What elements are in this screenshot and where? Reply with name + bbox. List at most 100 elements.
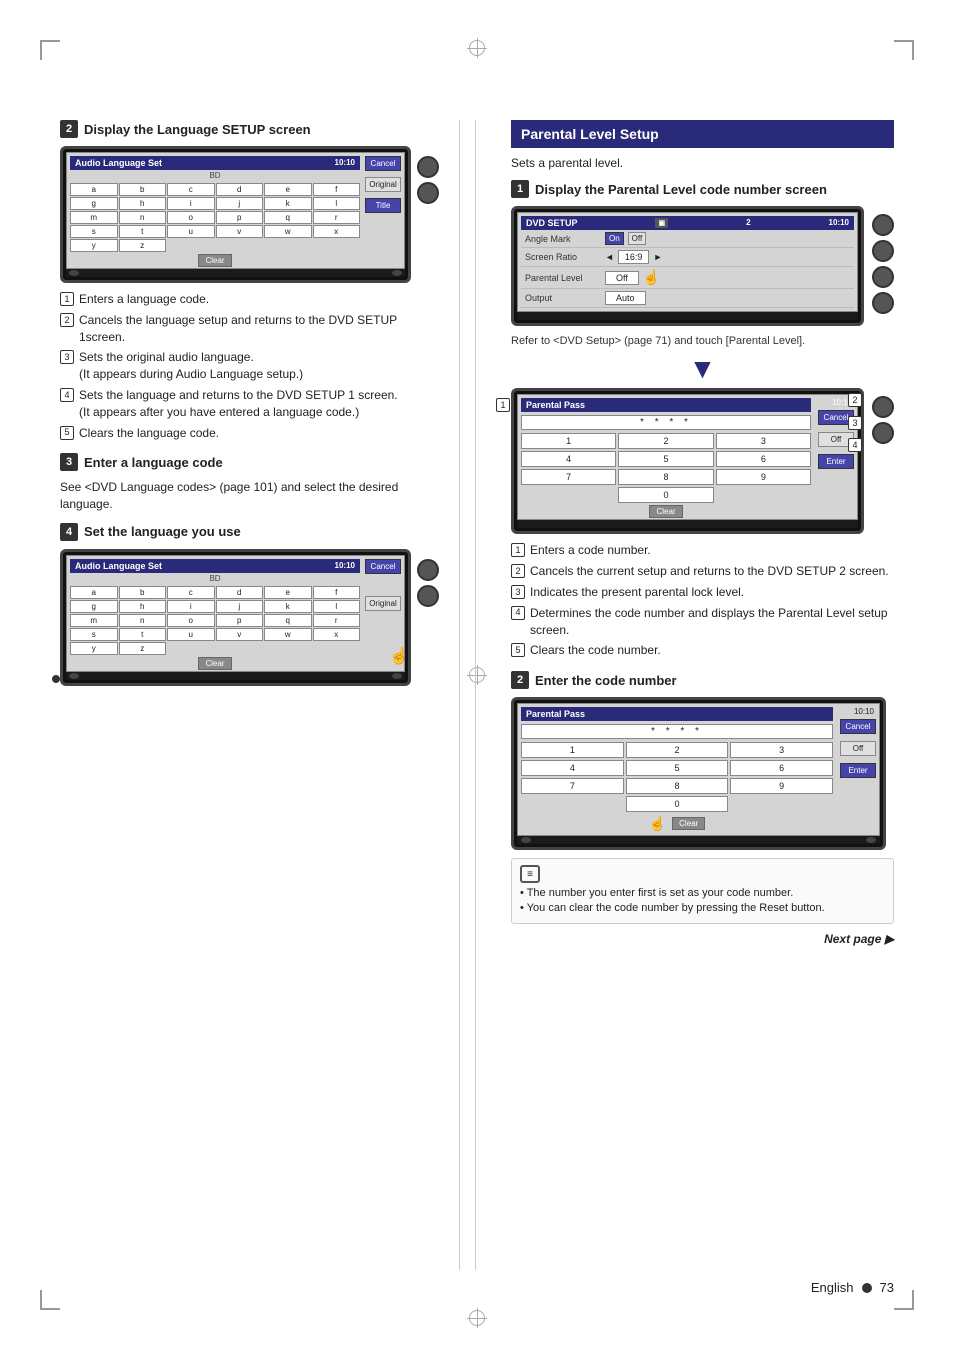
on-btn[interactable]: On [605, 232, 624, 245]
key-z[interactable]: z [119, 239, 167, 252]
key2-r[interactable]: r [313, 614, 361, 627]
key2-b[interactable]: b [119, 586, 167, 599]
key-c[interactable]: c [167, 183, 215, 196]
key2-u[interactable]: u [167, 628, 215, 641]
numpad2-9[interactable]: 9 [730, 778, 833, 794]
side-btn-s2-1[interactable] [417, 559, 439, 581]
original-btn-s1[interactable]: Original [365, 177, 401, 192]
off-pp2[interactable]: Off [840, 741, 876, 756]
numpad2-5[interactable]: 5 [626, 760, 729, 776]
key2-q[interactable]: q [264, 614, 312, 627]
cancel-btn-s1[interactable]: Cancel [365, 156, 401, 171]
key-h[interactable]: h [119, 197, 167, 210]
key2-d[interactable]: d [216, 586, 264, 599]
dvd-side-btn4[interactable] [872, 292, 894, 314]
key-m[interactable]: m [70, 211, 118, 224]
key2-l[interactable]: l [313, 600, 361, 613]
key-s[interactable]: s [70, 225, 118, 238]
key-n[interactable]: n [119, 211, 167, 224]
cancel-btn-s2[interactable]: Cancel [365, 559, 401, 574]
numpad2-7[interactable]: 7 [521, 778, 624, 794]
clear-btn2[interactable]: Clear [198, 657, 231, 670]
numpad-8[interactable]: 8 [618, 469, 713, 485]
key-w[interactable]: w [264, 225, 312, 238]
title-btn-s1[interactable]: Title [365, 198, 401, 213]
key2-p[interactable]: p [216, 614, 264, 627]
numpad-2[interactable]: 2 [618, 433, 713, 449]
dvd-side-btn1[interactable] [872, 214, 894, 236]
numpad2-2[interactable]: 2 [626, 742, 729, 758]
side-btn-1[interactable] [417, 156, 439, 178]
numpad2-8[interactable]: 8 [626, 778, 729, 794]
numpad-3[interactable]: 3 [716, 433, 811, 449]
key-u[interactable]: u [167, 225, 215, 238]
key-l[interactable]: l [313, 197, 361, 210]
cancel-pp2[interactable]: Cancel [840, 719, 876, 734]
key-k[interactable]: k [264, 197, 312, 210]
numpad2-1[interactable]: 1 [521, 742, 624, 758]
key-y[interactable]: y [70, 239, 118, 252]
numpad-4[interactable]: 4 [521, 451, 616, 467]
numpad-0[interactable]: 0 [618, 487, 713, 503]
numpad2-3[interactable]: 3 [730, 742, 833, 758]
key2-n[interactable]: n [119, 614, 167, 627]
key-f[interactable]: f [313, 183, 361, 196]
numpad-5[interactable]: 5 [618, 451, 713, 467]
pp1-side-btn2[interactable] [872, 422, 894, 444]
key-i[interactable]: i [167, 197, 215, 210]
key-j[interactable]: j [216, 197, 264, 210]
key-b[interactable]: b [119, 183, 167, 196]
key-g[interactable]: g [70, 197, 118, 210]
key-o[interactable]: o [167, 211, 215, 224]
clear-btn-p2[interactable]: Clear [672, 817, 705, 830]
key2-w[interactable]: w [264, 628, 312, 641]
key2-x[interactable]: x [313, 628, 361, 641]
numpad2-0[interactable]: 0 [626, 796, 729, 812]
key-d[interactable]: d [216, 183, 264, 196]
key-p[interactable]: p [216, 211, 264, 224]
arrow-left-icon[interactable]: ◄ [605, 252, 614, 262]
clear-btn-p1[interactable]: Clear [649, 505, 682, 518]
numpad2-4[interactable]: 4 [521, 760, 624, 776]
key2-m[interactable]: m [70, 614, 118, 627]
side-btn-s2-2[interactable] [417, 585, 439, 607]
key2-g[interactable]: g [70, 600, 118, 613]
enter-pp1[interactable]: Enter [818, 454, 854, 469]
key2-h[interactable]: h [119, 600, 167, 613]
key2-s[interactable]: s [70, 628, 118, 641]
key-x[interactable]: x [313, 225, 361, 238]
key2-i[interactable]: i [167, 600, 215, 613]
pp1-side-btn1[interactable] [872, 396, 894, 418]
key-v[interactable]: v [216, 225, 264, 238]
key2-k[interactable]: k [264, 600, 312, 613]
key-e[interactable]: e [264, 183, 312, 196]
key2-e[interactable]: e [264, 586, 312, 599]
side-btn-2[interactable] [417, 182, 439, 204]
key2-c[interactable]: c [167, 586, 215, 599]
key-a[interactable]: a [70, 183, 118, 196]
enter-pp2[interactable]: Enter [840, 763, 876, 778]
arrow-right-icon[interactable]: ► [653, 252, 662, 262]
numpad-9[interactable]: 9 [716, 469, 811, 485]
key2-v[interactable]: v [216, 628, 264, 641]
key2-f[interactable]: f [313, 586, 361, 599]
dvd-side-btn2[interactable] [872, 240, 894, 262]
key2-t[interactable]: t [119, 628, 167, 641]
key-t[interactable]: t [119, 225, 167, 238]
key2-z[interactable]: z [119, 642, 167, 655]
key2-a[interactable]: a [70, 586, 118, 599]
key-r[interactable]: r [313, 211, 361, 224]
key2-y[interactable]: y [70, 642, 118, 655]
key2-o[interactable]: o [167, 614, 215, 627]
dvd-side-btn3[interactable] [872, 266, 894, 288]
key-q[interactable]: q [264, 211, 312, 224]
numpad2-6[interactable]: 6 [730, 760, 833, 776]
off-btn[interactable]: Off [628, 232, 647, 245]
numpad-7[interactable]: 7 [521, 469, 616, 485]
numpad-6[interactable]: 6 [716, 451, 811, 467]
key2-j[interactable]: j [216, 600, 264, 613]
clear-btn[interactable]: Clear [198, 254, 231, 267]
original-btn-s2[interactable]: Original [365, 596, 401, 611]
numpad-1[interactable]: 1 [521, 433, 616, 449]
note-box: ≡ • The number you enter first is set as… [511, 858, 894, 924]
